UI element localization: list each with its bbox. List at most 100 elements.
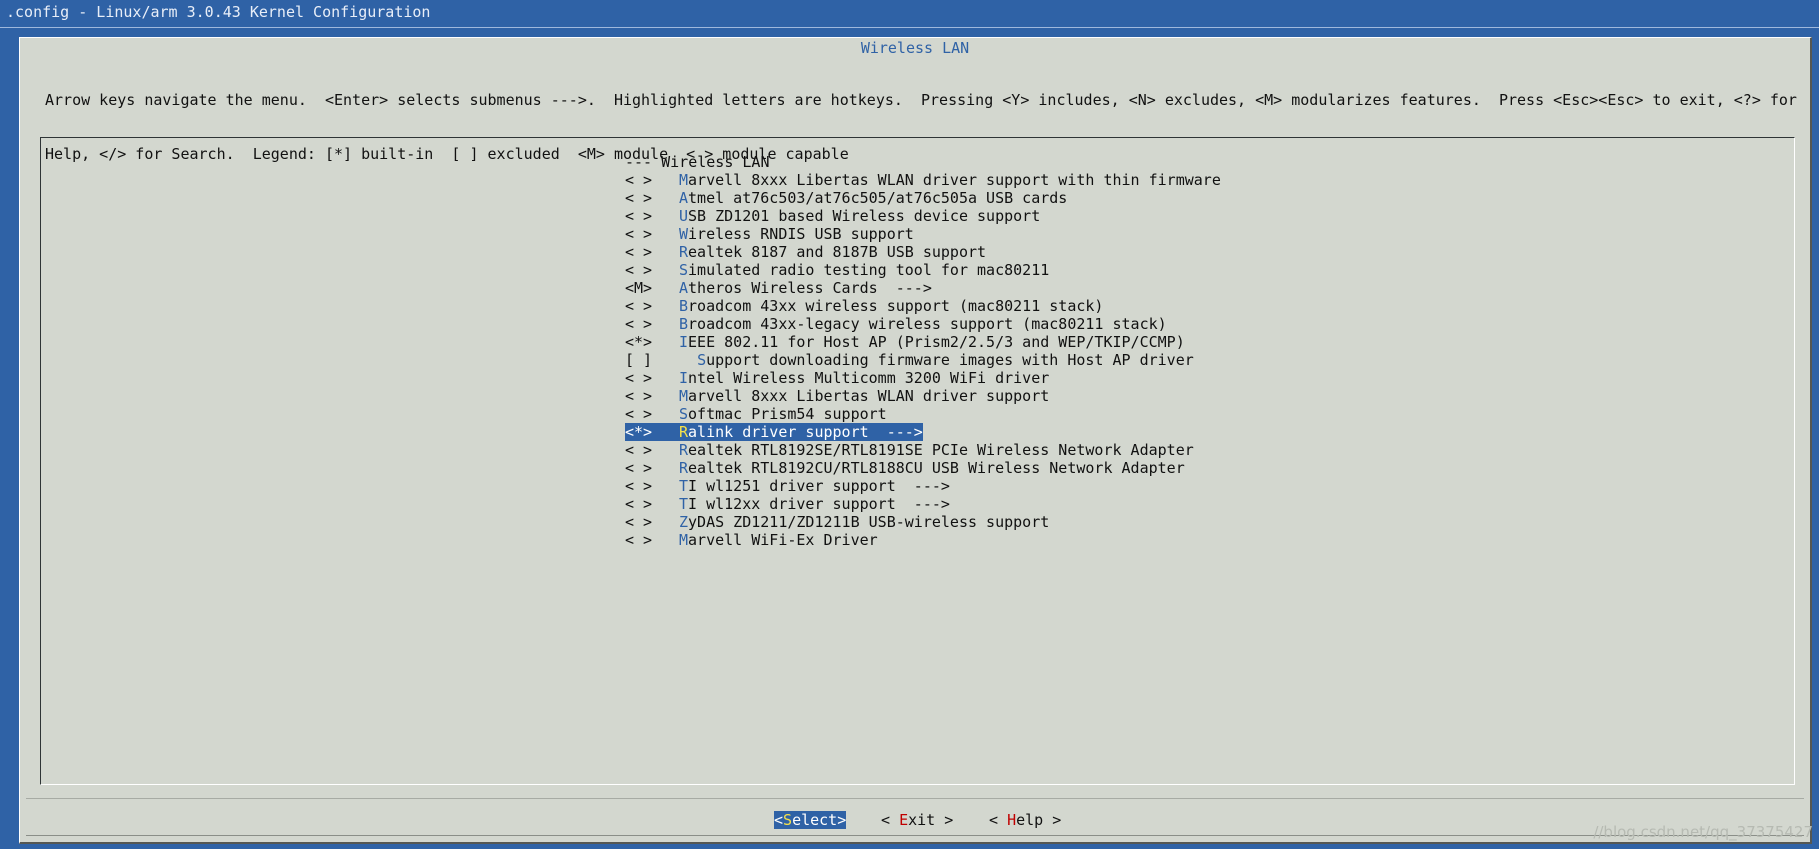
menu-item-hotkey: S (679, 261, 689, 279)
help-button[interactable]: < Help > (989, 811, 1061, 829)
menu-item-label: ntel Wireless Multicomm 3200 WiFi driver (688, 369, 1050, 387)
menu-item-label: upport downloading firmware images with … (706, 351, 1194, 369)
help-button-open: < (989, 811, 1008, 829)
menu-item[interactable]: <*> Ralink driver support ---> (625, 423, 1221, 441)
menu-item[interactable]: < > Realtek 8187 and 8187B USB support (625, 243, 1221, 261)
menu-item-label: ealtek RTL8192CU/RTL8188CU USB Wireless … (688, 459, 1185, 477)
menu-item-state: < > (625, 477, 653, 495)
menu-item-row: < > ZyDAS ZD1211/ZD1211B USB-wireless sup… (625, 513, 1049, 531)
menu-item-label: yDAS ZD1211/ZD1211B USB-wireless support (688, 513, 1050, 531)
menu-item-label: ealtek 8187 and 8187B USB support (688, 243, 987, 261)
menu-item[interactable]: <M> Atheros Wireless Cards ---> (625, 279, 1221, 297)
menu-item[interactable]: < > ZyDAS ZD1211/ZD1211B USB-wireless sup… (625, 513, 1221, 531)
menu-item-hotkey: I (679, 333, 689, 351)
menu-item[interactable]: < > Marvell WiFi-Ex Driver (625, 531, 1221, 549)
menu-item-label: alink driver support ---> (688, 423, 923, 441)
menu-item-label: theros Wireless Cards ---> (688, 279, 932, 297)
menu-item[interactable]: < > TI wl12xx driver support ---> (625, 495, 1221, 513)
menu-item-state: < > (625, 495, 653, 513)
menu-item-row: < > Realtek RTL8192SE/RTL8191SE PCIe Wire… (625, 441, 1194, 459)
menu-item[interactable]: < > USB ZD1201 based Wireless device supp… (625, 207, 1221, 225)
select-button-close: > (837, 811, 847, 829)
menu-item-row: <M> Atheros Wireless Cards ---> (625, 279, 932, 297)
menu-item[interactable]: < > Atmel at76c503/at76c505/at76c505a USB… (625, 189, 1221, 207)
menu-item-label: ealtek RTL8192SE/RTL8191SE PCIe Wireless… (688, 441, 1194, 459)
select-button-hotkey: S (783, 811, 793, 829)
exit-button-open: < (881, 811, 900, 829)
menu-item[interactable]: < > Intel Wireless Multicomm 3200 WiFi dr… (625, 369, 1221, 387)
menu-item-state: < > (625, 171, 653, 189)
menu-item-row: < > TI wl1251 driver support ---> (625, 477, 950, 495)
menu-item-hotkey: Z (679, 513, 689, 531)
menu-item[interactable]: < > Marvell 8xxx Libertas WLAN driver sup… (625, 171, 1221, 189)
bottom-divider (26, 835, 1804, 836)
menu-item-row: <*> Ralink driver support ---> (625, 423, 923, 441)
menu-item-row: < > Broadcom 43xx wireless support (mac80… (625, 297, 1103, 315)
select-button[interactable]: <Select> (774, 811, 847, 829)
menu-items: < > Marvell 8xxx Libertas WLAN driver sup… (625, 171, 1221, 549)
menu-item-state: < > (625, 441, 653, 459)
menu-item-state: <*> (625, 423, 653, 441)
menu-item-state: < > (625, 261, 653, 279)
select-button-label: elect (792, 811, 838, 829)
select-button-open: < (774, 811, 784, 829)
menu-item-state: < > (625, 297, 653, 315)
menu-item-hotkey: R (679, 459, 689, 477)
menu-item-label: oftmac Prism54 support (688, 405, 887, 423)
menu-item-hotkey: B (679, 315, 689, 333)
menu-item-hotkey: B (679, 297, 689, 315)
menu-item-hotkey: M (679, 387, 689, 405)
menu-item-hotkey: I (679, 369, 689, 387)
menu-item-hotkey: R (679, 243, 689, 261)
menu-item-row: < > Marvell 8xxx Libertas WLAN driver sup… (625, 171, 1221, 189)
menu-item[interactable]: < > TI wl1251 driver support ---> (625, 477, 1221, 495)
menu-item-state: < > (625, 459, 653, 477)
menu-item-hotkey: W (679, 225, 689, 243)
exit-button-label: xit (908, 811, 936, 829)
menu-item-hotkey: M (679, 531, 689, 549)
exit-button-close: > (935, 811, 954, 829)
menu-item-hotkey: T (679, 477, 689, 495)
menu-item-state: < > (625, 405, 653, 423)
menu-item-hotkey: A (679, 189, 689, 207)
menu-item-hotkey: S (679, 405, 689, 423)
menu-item-state: < > (625, 369, 653, 387)
menu-item-state: [ ] (625, 351, 653, 369)
menu-item-state: < > (625, 513, 653, 531)
help-button-close: > (1043, 811, 1062, 829)
menu-item-row: < > Marvell 8xxx Libertas WLAN driver sup… (625, 387, 1049, 405)
menu-item-row: <*> IEEE 802.11 for Host AP (Prism2/2.5/3… (625, 333, 1185, 351)
menu-header: --- Wireless LAN (625, 153, 770, 171)
menu-item-hotkey: A (679, 279, 689, 297)
menu-item-state: < > (625, 531, 653, 549)
menu-item-state: < > (625, 189, 653, 207)
menu-item-row: < > Realtek 8187 and 8187B USB support (625, 243, 986, 261)
menu-item[interactable]: <*> IEEE 802.11 for Host AP (Prism2/2.5/3… (625, 333, 1221, 351)
menu-item[interactable]: < > Broadcom 43xx wireless support (mac80… (625, 297, 1221, 315)
menu-item[interactable]: < > Broadcom 43xx-legacy wireless support… (625, 315, 1221, 333)
menu-item-row: < > Atmel at76c503/at76c505/at76c505a USB… (625, 189, 1067, 207)
menu-item[interactable]: < > Wireless RNDIS USB support (625, 225, 1221, 243)
menu-item-label: EEE 802.11 for Host AP (Prism2/2.5/3 and… (688, 333, 1185, 351)
menu-item[interactable]: < > Realtek RTL8192CU/RTL8188CU USB Wirel… (625, 459, 1221, 477)
menu-item-row: < > Intel Wireless Multicomm 3200 WiFi dr… (625, 369, 1049, 387)
menu-item[interactable]: < > Simulated radio testing tool for mac8… (625, 261, 1221, 279)
window-title: .config - Linux/arm 3.0.43 Kernel Config… (6, 3, 431, 21)
menu-item[interactable]: < > Marvell 8xxx Libertas WLAN driver sup… (625, 387, 1221, 405)
menu-item-state: <M> (625, 279, 653, 297)
button-bar: <Select> < Exit > < Help > (20, 811, 1810, 829)
menu-item-row: < > Marvell WiFi-Ex Driver (625, 531, 878, 549)
exit-button[interactable]: < Exit > (881, 811, 953, 829)
menu-item[interactable]: < > Softmac Prism54 support (625, 405, 1221, 423)
exit-button-hotkey: E (899, 811, 909, 829)
menu-item-row: < > Wireless RNDIS USB support (625, 225, 914, 243)
menu-item[interactable]: [ ] Support downloading firmware images … (625, 351, 1221, 369)
menu-item-label: I wl1251 driver support ---> (688, 477, 950, 495)
menu-item-hotkey: R (679, 423, 689, 441)
watermark: //blog.csdn.net/qq_37375427 (1593, 823, 1813, 841)
menu-item[interactable]: < > Realtek RTL8192SE/RTL8191SE PCIe Wire… (625, 441, 1221, 459)
menu-item-state: < > (625, 387, 653, 405)
menu-box: --- Wireless LAN < > Marvell 8xxx Liberta… (40, 137, 1795, 785)
menu-item-row: < > Realtek RTL8192CU/RTL8188CU USB Wirel… (625, 459, 1185, 477)
menu-item-row: < > Simulated radio testing tool for mac8… (625, 261, 1049, 279)
